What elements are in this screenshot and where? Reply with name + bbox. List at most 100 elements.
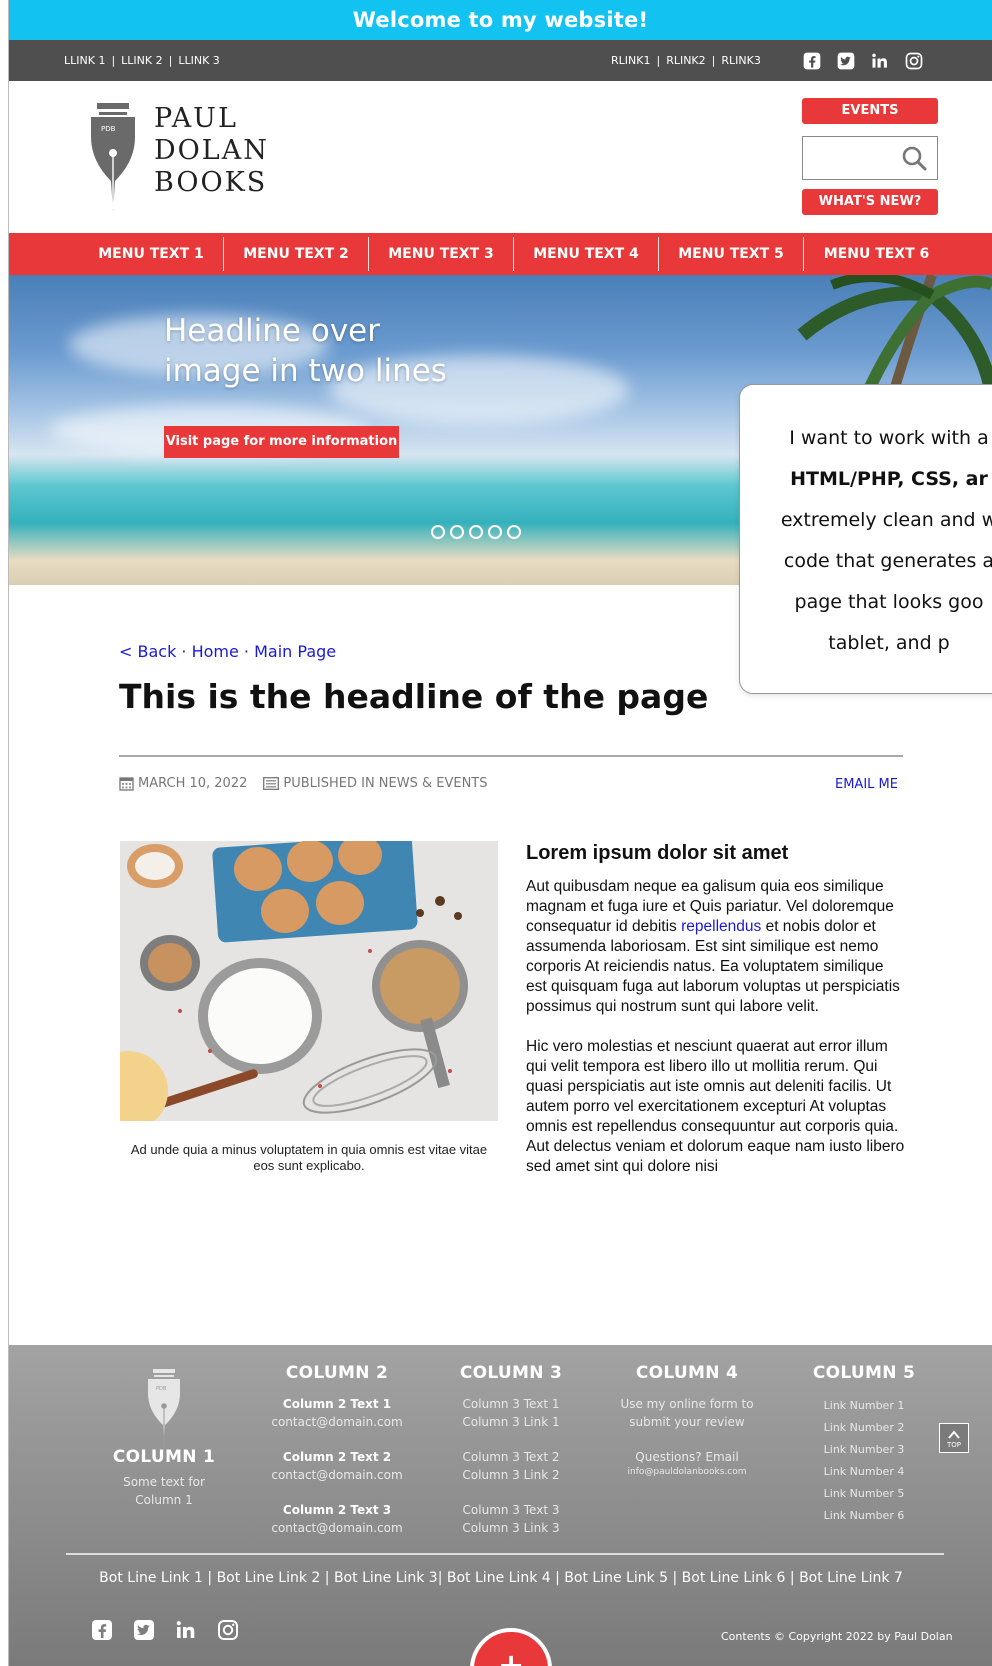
events-button[interactable]: EVENTS — [802, 98, 938, 124]
twitter-icon[interactable] — [835, 50, 857, 72]
footer-column-4-title: COLUMN 4 — [635, 1363, 739, 1383]
footer-column-1-title: COLUMN 1 — [112, 1447, 216, 1467]
instagram-icon[interactable] — [215, 1617, 241, 1643]
col2-text-3: Column 2 Text 3 — [282, 1503, 392, 1517]
menu-item-1[interactable]: MENU TEXT 1 — [79, 237, 224, 271]
llink-3[interactable]: LLINK 3 — [178, 54, 219, 67]
slider-dot-1[interactable] — [431, 525, 445, 539]
linkedin-icon[interactable] — [869, 50, 891, 72]
hero-cta-button[interactable]: Visit page for more information — [164, 426, 399, 458]
logo-mark-text: PDB — [101, 125, 116, 133]
slider-dot-4[interactable] — [488, 525, 502, 539]
llink-2[interactable]: LLINK 2 — [121, 54, 162, 67]
pen-logo-icon[interactable]: PDB — [85, 103, 141, 213]
article-paragraph-2: Hic vero molestias et nesciunt quaerat a… — [526, 1038, 905, 1175]
callout-note: I want to work with a HTML/PHP, CSS, ar … — [739, 384, 992, 694]
col2-email-3[interactable]: contact@domain.com — [257, 1519, 417, 1537]
post-date: MARCH 10, 2022 — [119, 776, 247, 791]
col3-text-2: Column 3 Text 2 — [462, 1450, 560, 1464]
slider-dots — [431, 525, 521, 539]
post-meta: MARCH 10, 2022 PUBLISHED IN NEWS & EVENT… — [119, 776, 487, 791]
rlink-2[interactable]: RLINK2 — [666, 54, 705, 67]
footer-social-icons — [89, 1617, 241, 1643]
twitter-icon[interactable] — [131, 1617, 157, 1643]
menu-item-3[interactable]: MENU TEXT 3 — [369, 237, 514, 271]
col4-email[interactable]: info@pauldolanbooks.com — [608, 1466, 766, 1478]
copyright-text: Contents © Copyright 2022 by Paul Dolan — [721, 1630, 953, 1643]
footer-column-1-text-1: Some text for — [123, 1475, 205, 1489]
hero-headline: Headline over image in two lines — [164, 311, 447, 391]
search-input[interactable] — [802, 136, 938, 180]
site-footer: PDB COLUMN 1 Some text for Column 1 COLU… — [9, 1345, 992, 1666]
logo-line-3: BOOKS — [154, 167, 268, 198]
page-frame: Welcome to my website! LLINK 1 | LLINK 2 | L… — [8, 0, 992, 1666]
col5-link-1[interactable]: Link Number 1 — [804, 1395, 924, 1417]
breadcrumb[interactable]: < Back · Home · Main Page — [119, 642, 336, 661]
menu-item-4[interactable]: MENU TEXT 4 — [514, 237, 659, 271]
bot-link-1[interactable]: Bot Line Link 1 — [99, 1570, 203, 1586]
chevron-up-icon — [948, 1430, 960, 1439]
footer-column-2-title: COLUMN 2 — [285, 1363, 389, 1383]
footer-divider — [66, 1553, 944, 1555]
bot-link-4[interactable]: Bot Line Link 4 — [447, 1570, 551, 1586]
col5-link-3[interactable]: Link Number 3 — [804, 1439, 924, 1461]
col2-text-2: Column 2 Text 2 — [282, 1450, 392, 1464]
post-category: PUBLISHED IN NEWS & EVENTS — [263, 776, 487, 791]
col5-link-2[interactable]: Link Number 2 — [804, 1417, 924, 1439]
email-me-link[interactable]: EMAIL ME — [835, 777, 898, 792]
left-links: LLINK 1 | LLINK 2 | LLINK 3 — [64, 40, 220, 81]
post-category-text[interactable]: PUBLISHED IN NEWS & EVENTS — [283, 776, 487, 791]
slider-dot-2[interactable] — [450, 525, 464, 539]
instagram-icon[interactable] — [903, 50, 925, 72]
col5-link-4[interactable]: Link Number 4 — [804, 1461, 924, 1483]
floating-action-button[interactable]: + — [470, 1628, 552, 1666]
bot-link-7[interactable]: Bot Line Link 7 — [799, 1570, 903, 1586]
back-to-top-button[interactable]: TOP — [939, 1423, 969, 1453]
col3-link-1[interactable]: Column 3 Link 1 — [455, 1413, 567, 1431]
facebook-icon[interactable] — [801, 50, 823, 72]
footer-pen-logo-icon[interactable]: PDB — [144, 1369, 184, 1449]
callout-line-4: code that generates a — [783, 550, 992, 572]
footer-column-3-title: COLUMN 3 — [459, 1363, 563, 1383]
col5-link-5[interactable]: Link Number 5 — [804, 1483, 924, 1505]
llink-1[interactable]: LLINK 1 — [64, 54, 105, 67]
slider-dot-3[interactable] — [469, 525, 483, 539]
rlink-3[interactable]: RLINK3 — [721, 54, 760, 67]
footer-column-1-text-2: Column 1 — [135, 1493, 193, 1507]
whats-new-button[interactable]: WHAT'S NEW? — [802, 189, 938, 215]
search-icon[interactable] — [901, 145, 927, 171]
facebook-icon[interactable] — [89, 1617, 115, 1643]
page-title: This is the headline of the page — [119, 677, 709, 716]
bot-link-3[interactable]: Bot Line Link 3 — [334, 1570, 438, 1586]
article-inline-link[interactable]: repellendus — [681, 918, 761, 935]
menu-item-5[interactable]: MENU TEXT 5 — [659, 237, 804, 271]
col3-link-2[interactable]: Column 3 Link 2 — [455, 1466, 567, 1484]
separator: | — [111, 54, 116, 67]
linkedin-icon[interactable] — [173, 1617, 199, 1643]
bot-link-2[interactable]: Bot Line Link 2 — [217, 1570, 321, 1586]
separator: | — [711, 54, 716, 67]
col2-email-2[interactable]: contact@domain.com — [257, 1466, 417, 1484]
col5-link-6[interactable]: Link Number 6 — [804, 1505, 924, 1527]
col2-email-1[interactable]: contact@domain.com — [257, 1413, 417, 1431]
logo-text[interactable]: PAUL DOLAN BOOKS — [154, 103, 269, 199]
top-social-icons — [801, 50, 925, 72]
rlink-1[interactable]: RLINK1 — [611, 54, 650, 67]
bot-link-6[interactable]: Bot Line Link 6 — [682, 1570, 786, 1586]
menu-item-6[interactable]: MENU TEXT 6 — [804, 237, 949, 271]
site-header: PDB PAUL DOLAN BOOKS EVENTS WHAT'S NEW? — [9, 81, 992, 233]
menu-item-2[interactable]: MENU TEXT 2 — [224, 237, 369, 271]
separator: | — [656, 54, 661, 67]
welcome-text: Welcome to my website! — [352, 8, 649, 32]
callout-line-5: page that looks goo — [794, 591, 984, 613]
slider-dot-5[interactable] — [507, 525, 521, 539]
footer-column-5: COLUMN 5 Link Number 1 Link Number 2 Lin… — [804, 1363, 924, 1527]
col4-line-2[interactable]: submit your review — [608, 1413, 766, 1431]
bot-link-5[interactable]: Bot Line Link 5 — [564, 1570, 668, 1586]
col4-line-3: Questions? Email — [635, 1450, 739, 1464]
article-image — [120, 841, 498, 1121]
col3-text-1: Column 3 Text 1 — [462, 1397, 560, 1411]
hero-headline-line-1: Headline over — [164, 313, 380, 349]
col3-link-3[interactable]: Column 3 Link 3 — [455, 1519, 567, 1537]
col4-line-1[interactable]: Use my online form to — [608, 1395, 766, 1413]
